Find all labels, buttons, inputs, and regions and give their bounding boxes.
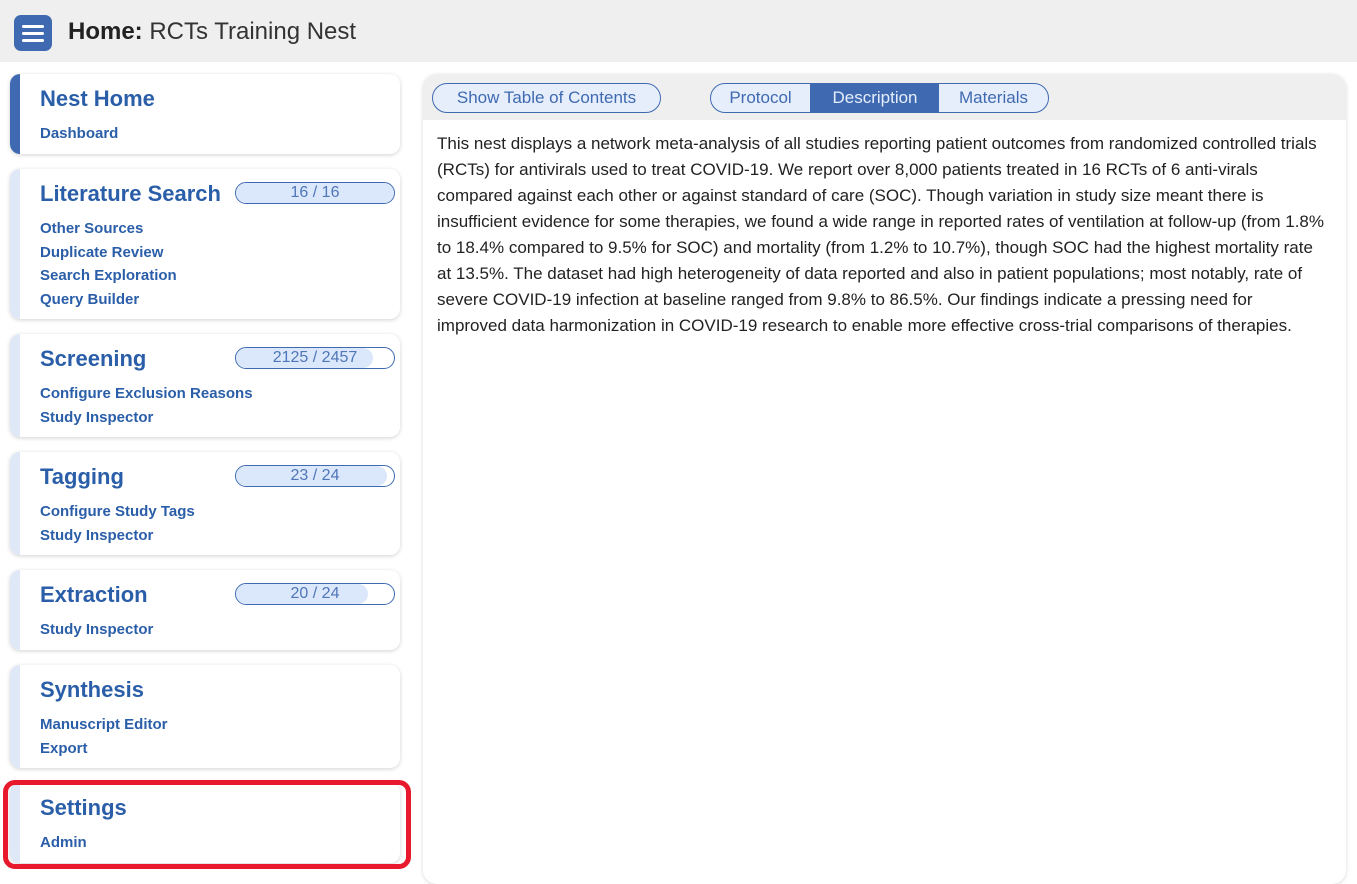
progress-text: 20 / 24 xyxy=(290,585,340,602)
sidebar-link-export[interactable]: Export xyxy=(40,737,168,761)
sidebar-title-screening[interactable]: Screening xyxy=(40,346,146,372)
sidebar-card-nest-home: Nest Home Dashboard xyxy=(10,74,400,154)
progress-tagging: 23 / 24 xyxy=(235,465,395,487)
card-accent xyxy=(10,783,20,863)
sidebar-link-study-inspector[interactable]: Study Inspector xyxy=(40,524,195,548)
sidebar-links-screening: Configure Exclusion Reasons Study Inspec… xyxy=(40,382,253,429)
card-accent xyxy=(10,665,20,768)
sidebar-link-dashboard[interactable]: Dashboard xyxy=(40,122,118,146)
top-bar: Home: RCTs Training Nest xyxy=(0,0,1357,62)
hamburger-menu-icon[interactable] xyxy=(14,15,52,51)
show-table-of-contents-button[interactable]: Show Table of Contents xyxy=(432,83,661,113)
sidebar-card-extraction: Extraction Study Inspector xyxy=(10,570,400,650)
sidebar-card-settings: Settings Admin xyxy=(10,783,400,863)
sidebar-links-settings: Admin xyxy=(40,831,87,855)
card-accent xyxy=(10,452,20,555)
sidebar-link-configure-study-tags[interactable]: Configure Study Tags xyxy=(40,500,195,524)
card-accent xyxy=(10,334,20,437)
sidebar-link-duplicate-review[interactable]: Duplicate Review xyxy=(40,241,177,265)
progress-screening: 2125 / 2457 xyxy=(235,347,395,369)
main-panel: Show Table of Contents Protocol Descript… xyxy=(423,74,1346,884)
progress-text: 23 / 24 xyxy=(290,467,340,484)
sidebar-title-extraction[interactable]: Extraction xyxy=(40,582,148,608)
sidebar-title-synthesis[interactable]: Synthesis xyxy=(40,677,144,703)
tab-description[interactable]: Description xyxy=(811,84,939,112)
sidebar-links-literature-search: Other Sources Duplicate Review Search Ex… xyxy=(40,217,177,311)
progress-text: 16 / 16 xyxy=(290,184,340,201)
tab-protocol[interactable]: Protocol xyxy=(711,84,811,112)
sidebar-title-nest-home[interactable]: Nest Home xyxy=(40,86,155,112)
sidebar-title-tagging[interactable]: Tagging xyxy=(40,464,124,490)
sidebar-card-synthesis: Synthesis Manuscript Editor Export xyxy=(10,665,400,768)
sidebar-link-study-inspector[interactable]: Study Inspector xyxy=(40,618,153,642)
progress-literature-search: 16 / 16 xyxy=(235,182,395,204)
sidebar-link-query-builder[interactable]: Query Builder xyxy=(40,288,177,312)
sidebar-title-settings[interactable]: Settings xyxy=(40,795,127,821)
progress-text: 2125 / 2457 xyxy=(272,349,358,366)
sidebar-link-study-inspector[interactable]: Study Inspector xyxy=(40,406,253,430)
nest-description: This nest displays a network meta-analys… xyxy=(437,134,1325,335)
sidebar-link-configure-exclusion-reasons[interactable]: Configure Exclusion Reasons xyxy=(40,382,253,406)
sidebar-link-admin[interactable]: Admin xyxy=(40,831,87,855)
sidebar-title-literature-search[interactable]: Literature Search xyxy=(40,181,221,207)
sidebar-links-tagging: Configure Study Tags Study Inspector xyxy=(40,500,195,547)
active-indicator xyxy=(10,74,20,154)
page-title-name: RCTs Training Nest xyxy=(149,18,357,45)
progress-extraction: 20 / 24 xyxy=(235,583,395,605)
sidebar-link-other-sources[interactable]: Other Sources xyxy=(40,217,177,241)
main-header: Show Table of Contents Protocol Descript… xyxy=(423,74,1346,120)
sidebar-links-nest-home: Dashboard xyxy=(40,122,118,146)
sidebar-links-extraction: Study Inspector xyxy=(40,618,153,642)
card-accent xyxy=(10,169,20,319)
page-title-label: Home: xyxy=(68,18,143,45)
tab-materials[interactable]: Materials xyxy=(939,84,1048,112)
sidebar-link-manuscript-editor[interactable]: Manuscript Editor xyxy=(40,713,168,737)
sidebar-link-search-exploration[interactable]: Search Exploration xyxy=(40,264,177,288)
page-title: Home: RCTs Training Nest xyxy=(68,18,356,46)
card-accent xyxy=(10,570,20,650)
content-tab-group: Protocol Description Materials xyxy=(710,83,1049,113)
sidebar-links-synthesis: Manuscript Editor Export xyxy=(40,713,168,760)
